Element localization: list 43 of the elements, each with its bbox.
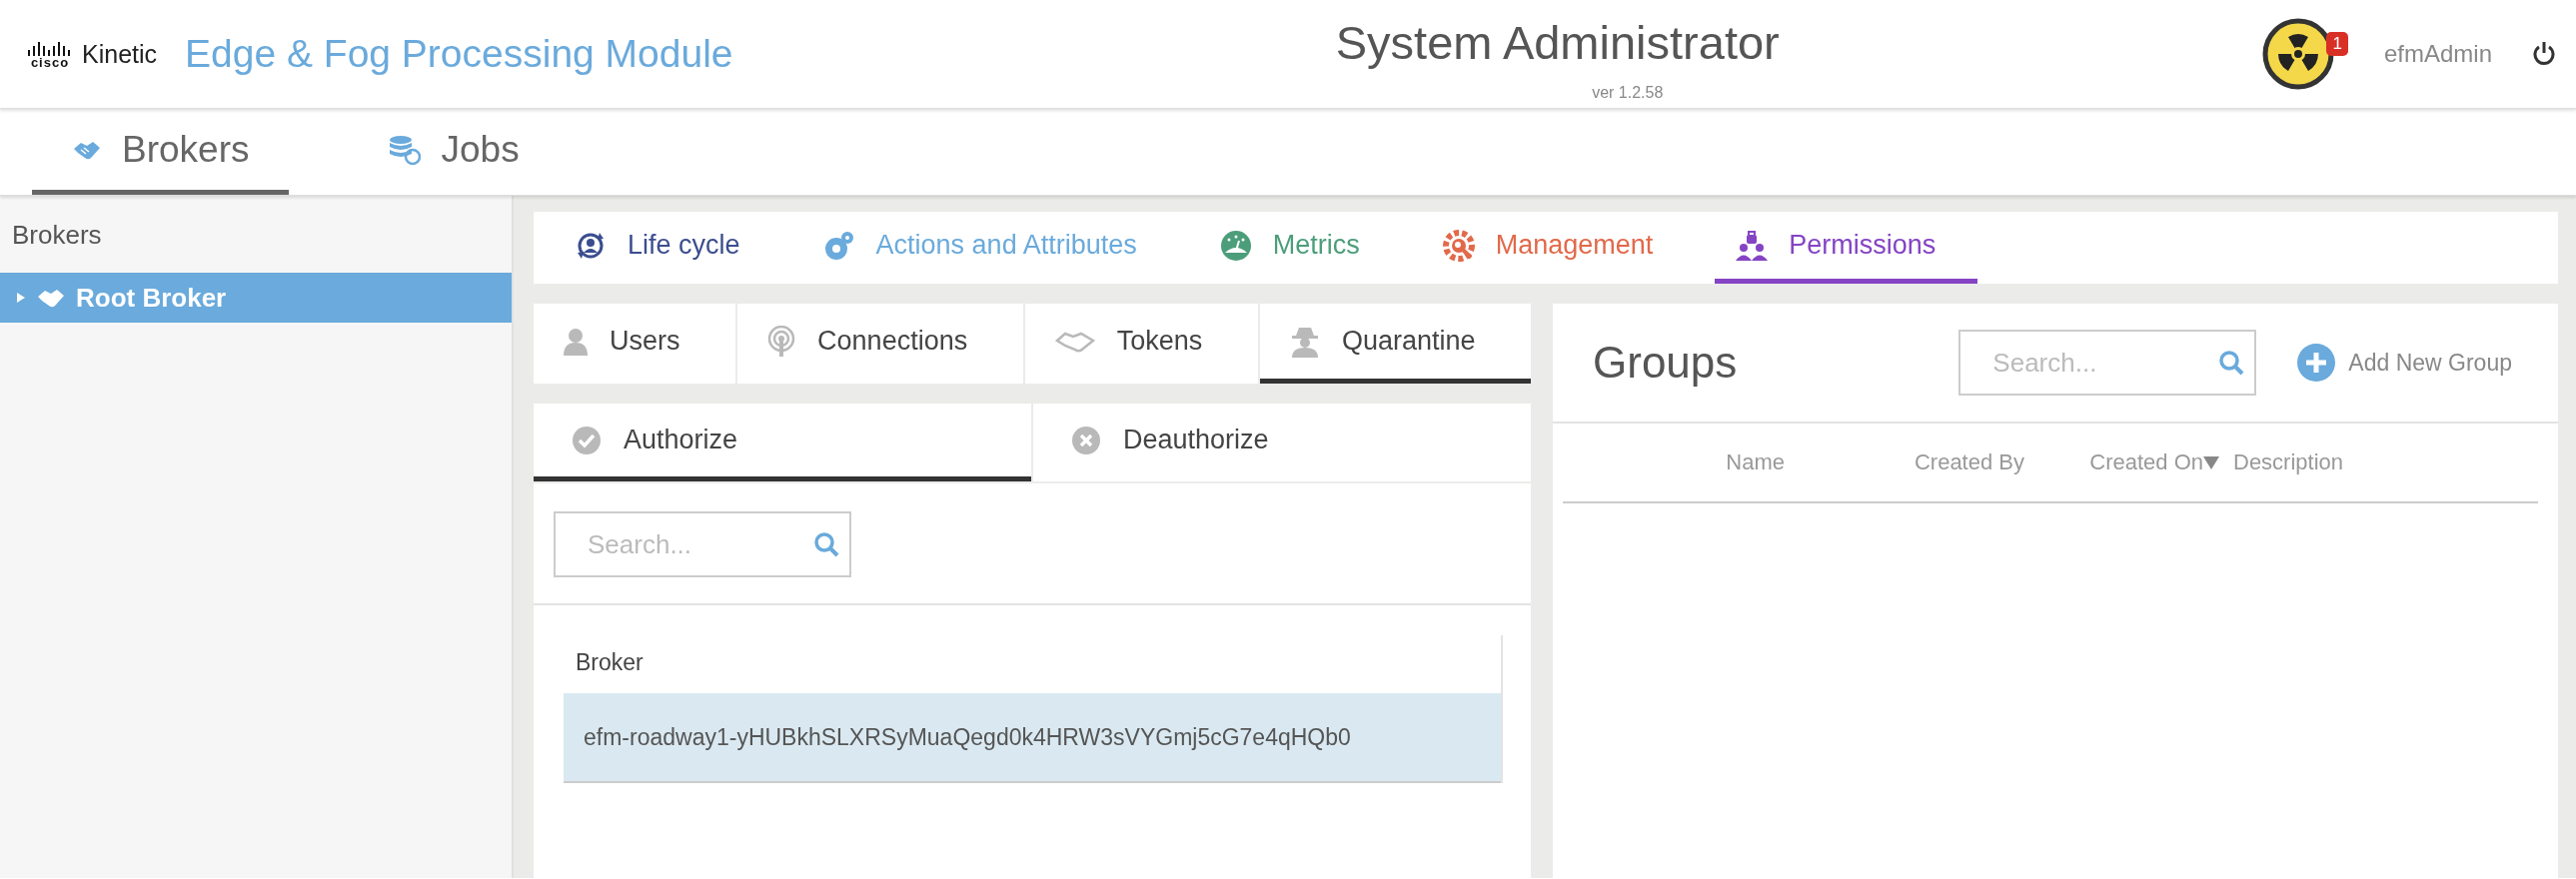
permission-tab[interactable]: Quarantine: [1259, 304, 1532, 384]
bars-icon: [28, 39, 72, 56]
x-circle-icon: [1071, 425, 1101, 455]
column-header: Broker: [575, 648, 644, 677]
auth-tab[interactable]: Deauthorize: [1033, 404, 1531, 481]
permission-tab[interactable]: Users: [534, 304, 736, 384]
spy-icon: [1289, 325, 1320, 358]
database-icon: [389, 134, 422, 165]
version-text: ver 1.2.58: [1592, 83, 1664, 102]
search-icon[interactable]: [813, 531, 839, 557]
plus-circle-icon: [2296, 343, 2337, 383]
table-row[interactable]: efm-roadway1-yHUBkhSLXRSyMuaQegd0k4HRW3sVYGmj5cG7e4qHQb0: [564, 693, 1501, 783]
section-tab[interactable]: Life cycle: [554, 212, 782, 284]
page-title: System Administrator: [1335, 14, 1780, 70]
nav-tab[interactable]: Jobs: [349, 109, 560, 195]
person-icon: [564, 327, 588, 356]
section-tab[interactable]: Permissions: [1715, 212, 1978, 284]
add-group-button[interactable]: Add New Group: [2290, 342, 2518, 384]
groups-title: Groups: [1593, 338, 1739, 388]
logo-wordmark: cisco: [30, 55, 70, 69]
radiation-icon[interactable]: [2261, 18, 2334, 90]
gauge-icon: [1218, 228, 1253, 263]
permission-tab[interactable]: Connections: [737, 304, 1023, 384]
auth-tab[interactable]: Authorize: [534, 404, 1031, 481]
search-field[interactable]: Search...: [554, 511, 851, 577]
gear-wrench-icon: [1441, 228, 1476, 263]
user-name[interactable]: efmAdmin: [2383, 40, 2492, 68]
notification-badge: 1: [2326, 32, 2348, 56]
permission-tab[interactable]: Tokens: [1024, 304, 1258, 384]
section-tab[interactable]: Management: [1421, 212, 1696, 284]
search-field[interactable]: Search...: [1958, 330, 2257, 396]
sort-down-icon: [2203, 455, 2219, 469]
column-header[interactable]: Name: [1563, 449, 1785, 475]
sidebar-title: Brokers: [11, 219, 103, 252]
app-title: Edge & Fog Processing Module: [185, 32, 733, 76]
caret-icon[interactable]: [16, 292, 26, 304]
broadcast-icon: [767, 325, 796, 358]
search-icon[interactable]: [2218, 350, 2245, 376]
power-icon[interactable]: [2532, 41, 2556, 67]
people-lock-icon: [1735, 228, 1770, 263]
logo-text: Kinetic: [82, 39, 158, 69]
section-tab[interactable]: Metrics: [1198, 212, 1402, 284]
check-circle-icon: [572, 425, 602, 455]
